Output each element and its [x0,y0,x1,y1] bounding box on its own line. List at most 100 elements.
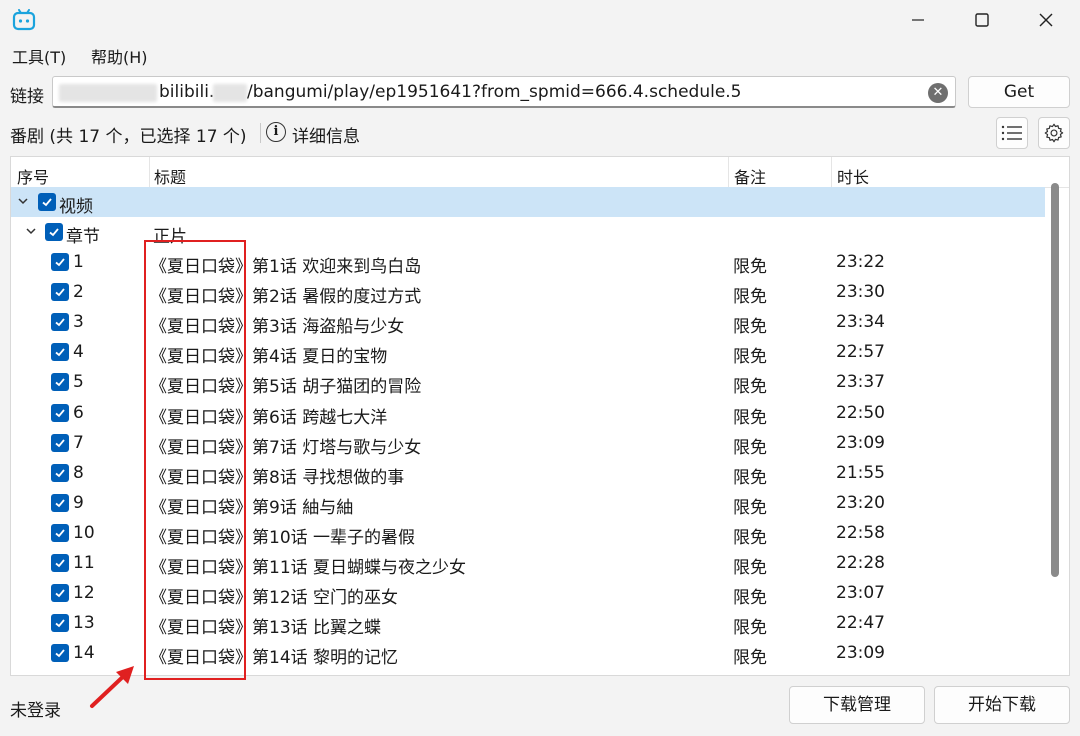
episode-duration: 22:50 [836,402,885,423]
episode-duration: 23:20 [836,492,885,513]
table-row[interactable]: 1 《夏日口袋》第1话 欢迎来到鸟白岛 限免 23:22 [11,247,1045,277]
chevron-down-icon[interactable] [17,195,29,207]
gear-icon [1044,123,1064,143]
table-row[interactable]: 2 《夏日口袋》第2话 暑假的度过方式 限免 23:30 [11,277,1045,307]
episode-note: 限免 [733,377,767,398]
checkbox-chapter[interactable] [45,223,63,241]
episode-checkbox[interactable] [51,373,69,392]
episode-note: 限免 [733,648,767,669]
episode-checkbox[interactable] [51,644,69,663]
episode-title: 《夏日口袋》第3话 海盗船与少女 [150,317,405,338]
get-button[interactable]: Get [968,76,1070,108]
table-row[interactable]: 10 《夏日口袋》第10话 一辈子的暑假 限免 22:58 [11,518,1045,548]
settings-button[interactable] [1038,117,1070,149]
maximize-button[interactable] [950,0,1014,40]
vertical-scrollbar[interactable] [1051,183,1059,577]
minimize-button[interactable] [886,0,950,40]
episode-tree[interactable]: 序号 标题 备注 时长 视频 章节 正片 1 《夏日口袋》第1话 欢迎来到鸟白岛限… [10,156,1070,676]
episode-number: 1 [73,252,84,272]
title-bar [0,0,1080,40]
checkbox-video[interactable] [38,193,56,211]
episode-number: 2 [73,282,84,303]
check-icon [42,198,52,207]
episode-checkbox[interactable] [51,313,69,332]
episode-duration: 22:28 [836,553,885,573]
url-input[interactable]: bilibili. /bangumi/play/ep1951641?from_s… [52,76,956,108]
episode-checkbox[interactable] [51,433,69,452]
url-redacted-tld [213,84,247,102]
url-redacted-prefix [59,84,157,102]
close-button[interactable] [1014,0,1078,40]
episode-checkbox[interactable] [51,493,69,512]
table-row[interactable]: 6 《夏日口袋》第6话 跨越七大洋 限免 22:50 [11,398,1045,428]
table-row[interactable]: 11 《夏日口袋》第11话 夏日蝴蝶与夜之少女 限免 22:28 [11,548,1045,578]
episode-checkbox[interactable] [51,614,69,633]
table-row[interactable]: 5 《夏日口袋》第5话 胡子猫团的冒险 限免 23:37 [11,367,1045,397]
check-icon [55,649,65,658]
episode-note: 限免 [733,407,767,428]
episode-note: 限免 [733,527,767,548]
episode-title: 《夏日口袋》第10话 一辈子的暑假 [150,527,416,548]
close-icon [1039,13,1053,27]
table-row[interactable]: 12 《夏日口袋》第12话 空门的巫女 限免 23:07 [11,578,1045,608]
episode-checkbox[interactable] [51,253,69,271]
episode-number: 10 [73,522,95,543]
episode-duration: 23:34 [836,312,885,333]
check-icon [55,559,65,568]
table-row[interactable]: 13 《夏日口袋》第13话 比翼之蝶 限免 22:47 [11,608,1045,638]
episode-title: 《夏日口袋》第12话 空门的巫女 [150,588,399,609]
table-row[interactable]: 8 《夏日口袋》第8话 寻找想做的事 限免 21:55 [11,458,1045,488]
episode-duration: 23:37 [836,372,885,393]
column-index[interactable]: 序号 [17,164,49,188]
tree-group-chapter[interactable]: 章节 正片 [11,217,1045,247]
check-icon [55,318,65,327]
download-manager-button[interactable]: 下载管理 [789,686,925,724]
episode-note: 限免 [733,497,767,518]
episode-note: 限免 [733,618,767,639]
url-domain-text: bilibili. [159,82,215,102]
chevron-down-icon[interactable] [25,225,37,237]
episode-number: 7 [73,432,84,453]
episode-number: 11 [73,553,95,573]
episode-title: 《夏日口袋》第7话 灯塔与歌与少女 [150,437,422,458]
episode-title: 《夏日口袋》第11话 夏日蝴蝶与夜之少女 [150,558,467,578]
start-download-button[interactable]: 开始下载 [934,686,1070,724]
episode-duration: 22:58 [836,522,885,543]
info-icon[interactable]: i [266,122,286,142]
column-note[interactable]: 备注 [734,164,766,188]
details-link[interactable]: 详细信息 [292,122,360,147]
episode-checkbox[interactable] [51,554,69,572]
episode-checkbox[interactable] [51,283,69,302]
table-row[interactable]: 4 《夏日口袋》第4话 夏日的宝物 限免 22:57 [11,337,1045,367]
login-status: 未登录 [10,701,61,721]
episode-number: 4 [73,342,84,363]
column-title[interactable]: 标题 [154,164,186,188]
episode-checkbox[interactable] [51,403,69,422]
info-row: 番剧 (共 17 个，已选择 17 个) i 详细信息 [10,117,1070,149]
table-row[interactable]: 7 《夏日口袋》第7话 灯塔与歌与少女 限免 23:09 [11,428,1045,458]
episode-note: 限免 [733,467,767,488]
divider [260,123,261,143]
episode-duration: 23:22 [836,252,885,272]
table-row[interactable]: 3 《夏日口袋》第3话 海盗船与少女 限免 23:34 [11,307,1045,337]
list-view-button[interactable] [996,117,1028,149]
episode-title: 《夏日口袋》第6话 跨越七大洋 [150,407,388,428]
episode-duration: 23:30 [836,282,885,303]
episode-title: 《夏日口袋》第1话 欢迎来到鸟白岛 [150,257,422,277]
menu-tools[interactable]: 工具(T) [12,44,66,68]
episode-checkbox[interactable] [51,343,69,362]
menu-help[interactable]: 帮助(H) [91,44,148,68]
table-row[interactable]: 14 《夏日口袋》第14话 黎明的记忆 限免 23:09 [11,638,1045,668]
bilibili-tv-icon [12,9,36,31]
tree-group-video[interactable]: 视频 [11,187,1045,217]
episode-note: 限免 [733,317,767,338]
check-icon [49,228,59,237]
check-icon [55,529,65,538]
clear-url-button[interactable]: ✕ [928,83,948,103]
column-duration[interactable]: 时长 [837,164,869,188]
episode-note: 限免 [733,347,767,368]
episode-checkbox[interactable] [51,584,69,603]
table-row[interactable]: 9 《夏日口袋》第9话 紬与紬 限免 23:20 [11,488,1045,518]
episode-checkbox[interactable] [51,523,69,542]
episode-checkbox[interactable] [51,463,69,482]
